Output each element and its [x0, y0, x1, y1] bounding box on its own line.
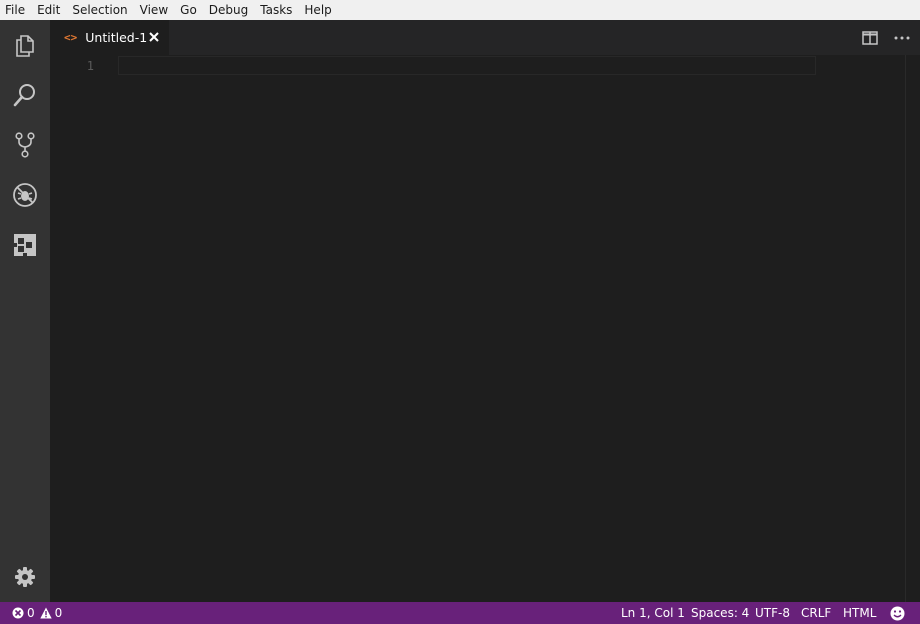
html-file-icon: <>: [64, 31, 78, 44]
tab-untitled-1[interactable]: <> Untitled-1: [50, 20, 169, 55]
end-of-line[interactable]: CRLF: [801, 602, 831, 624]
menu-file[interactable]: File: [0, 0, 31, 20]
warning-count: 0: [54, 606, 63, 620]
menu-edit[interactable]: Edit: [31, 0, 66, 20]
more-actions-icon[interactable]: [893, 29, 911, 47]
split-editor-icon[interactable]: [861, 29, 879, 47]
menu-help[interactable]: Help: [298, 0, 337, 20]
error-icon: [12, 607, 24, 619]
encoding[interactable]: UTF-8: [755, 602, 790, 624]
menu-selection[interactable]: Selection: [66, 0, 133, 20]
files-icon[interactable]: [0, 20, 50, 70]
menu-view[interactable]: View: [134, 0, 174, 20]
menu-bar: File Edit Selection View Go Debug Tasks …: [0, 0, 920, 20]
extensions-icon[interactable]: [0, 220, 50, 270]
activity-bar: [0, 20, 50, 602]
editor[interactable]: 1: [50, 55, 920, 602]
language-mode[interactable]: HTML: [843, 602, 876, 624]
warning-icon: [39, 607, 52, 619]
current-line-highlight: [118, 56, 816, 75]
vertical-scrollbar[interactable]: [905, 55, 907, 602]
status-bar: 0 0 Ln 1, Col 1 Spaces: 4 UTF-8 CRLF HTM…: [0, 602, 920, 624]
tab-label: Untitled-1: [85, 30, 148, 45]
vscode-window: File Edit Selection View Go Debug Tasks …: [0, 0, 920, 624]
indentation[interactable]: Spaces: 4: [691, 602, 749, 624]
tab-bar: <> Untitled-1: [50, 20, 920, 55]
gear-icon[interactable]: [0, 552, 50, 602]
source-control-icon[interactable]: [0, 120, 50, 170]
search-icon[interactable]: [0, 70, 50, 120]
menu-debug[interactable]: Debug: [203, 0, 254, 20]
cursor-position[interactable]: Ln 1, Col 1: [621, 602, 685, 624]
error-count: 0: [27, 606, 35, 620]
menu-tasks[interactable]: Tasks: [254, 0, 298, 20]
menu-go[interactable]: Go: [174, 0, 203, 20]
debug-icon[interactable]: [0, 170, 50, 220]
line-number: 1: [86, 59, 94, 73]
problems-indicator[interactable]: 0 0: [12, 602, 62, 624]
feedback-smiley-icon[interactable]: [890, 602, 905, 624]
close-icon[interactable]: [147, 29, 161, 45]
